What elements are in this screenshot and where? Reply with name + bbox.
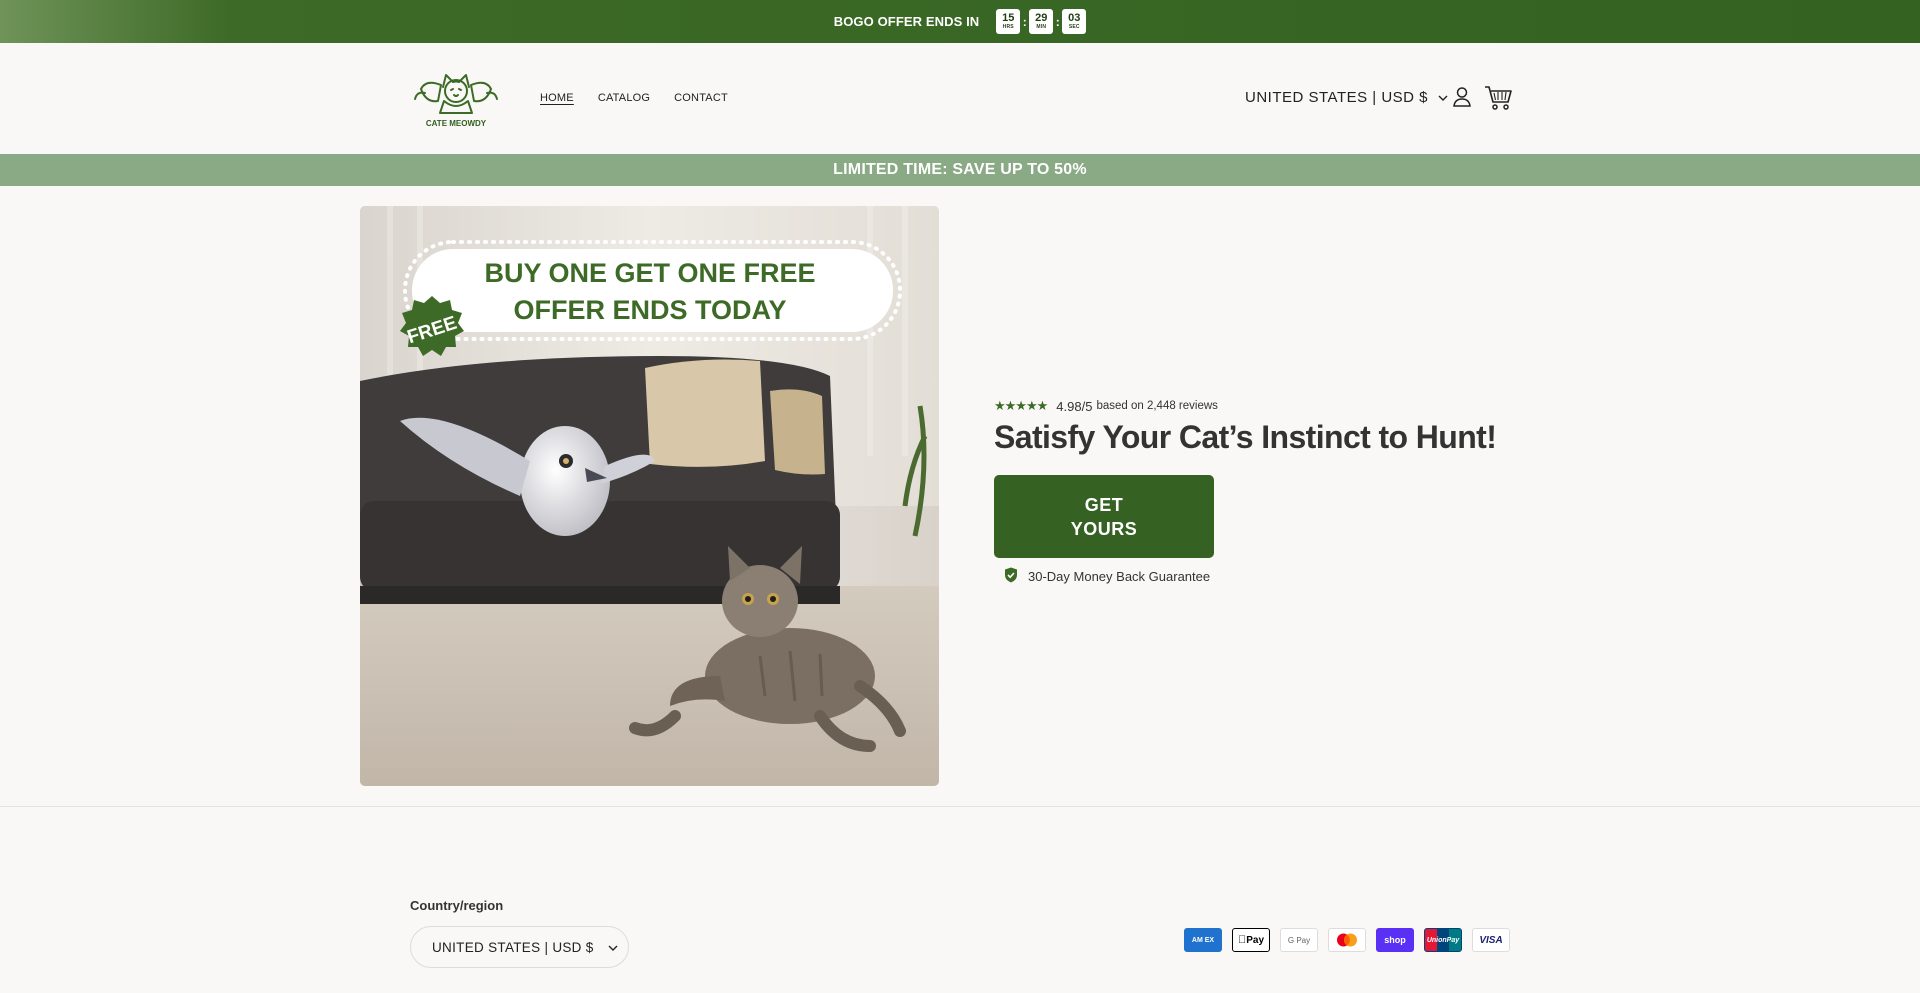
- banner-line-2: OFFER ENDS TODAY: [513, 295, 786, 325]
- chevron-down-icon: [608, 940, 618, 955]
- account-icon[interactable]: [1452, 86, 1472, 108]
- shop-pay-icon: shop: [1376, 928, 1414, 952]
- rating-stars-icon: ★★★★★: [994, 398, 1048, 413]
- timer-seconds: 03 SEC: [1062, 9, 1087, 34]
- countdown-text: BOGO OFFER ENDS IN: [833, 14, 980, 29]
- cart-icon[interactable]: [1483, 84, 1513, 112]
- countdown-bar: BOGO OFFER ENDS IN 15 HRS : 29 MIN : 03 …: [0, 0, 1920, 43]
- nav-catalog[interactable]: CATALOG: [598, 92, 650, 104]
- chevron-down-icon: [1438, 89, 1448, 106]
- timer-hours-label: HRS: [1002, 24, 1014, 30]
- payment-methods: AM EX Pay G Pay shop UnionPay VISA: [1184, 928, 1510, 952]
- locale-label: UNITED STATES | USD $: [1245, 89, 1429, 106]
- country-region-select[interactable]: UNITED STATES | USD $: [410, 926, 629, 968]
- rating-review-count: based on 2,448 reviews: [1096, 400, 1218, 412]
- hero-headline: Satisfy Your Cat’s Instinct to Hunt!: [994, 419, 1497, 455]
- svg-text:CATE MEOWDY: CATE MEOWDY: [426, 119, 487, 128]
- rating-score: 4.98/5: [1056, 398, 1093, 414]
- sale-banner: LIMITED TIME: SAVE UP TO 50%: [0, 154, 1920, 186]
- google-pay-icon: G Pay: [1280, 928, 1318, 952]
- banner-line-1: BUY ONE GET ONE FREE: [484, 258, 815, 288]
- timer-separator: :: [1055, 14, 1060, 29]
- amex-icon: AM EX: [1184, 928, 1222, 952]
- visa-icon: VISA: [1472, 928, 1510, 952]
- timer-seconds-label: SEC: [1068, 24, 1080, 30]
- main-nav: HOME CATALOG CONTACT: [540, 92, 728, 104]
- site-header: CATE MEOWDY HOME CATALOG CONTACT UNITED …: [0, 43, 1920, 154]
- timer-minutes: 29 MIN: [1029, 9, 1054, 34]
- country-region-value: UNITED STATES | USD $: [432, 939, 594, 955]
- section-divider: [0, 806, 1920, 807]
- get-yours-button[interactable]: GET YOURS: [994, 475, 1214, 558]
- shield-check-icon: [1004, 567, 1018, 586]
- timer-minutes-label: MIN: [1036, 24, 1047, 30]
- timer-hours-value: 15: [1002, 12, 1015, 24]
- sale-banner-text: LIMITED TIME: SAVE UP TO 50%: [833, 161, 1087, 178]
- nav-home[interactable]: HOME: [540, 92, 574, 104]
- mastercard-icon: [1328, 928, 1366, 952]
- locale-selector[interactable]: UNITED STATES | USD $: [1245, 89, 1448, 106]
- money-back-guarantee: 30-Day Money Back Guarantee: [1004, 567, 1210, 586]
- timer-hours: 15 HRS: [996, 9, 1021, 34]
- timer-minutes-value: 29: [1035, 12, 1048, 24]
- unionpay-icon: UnionPay: [1424, 928, 1462, 952]
- hero-product-image: BUY ONE GET ONE FREE OFFER ENDS TODAY FR…: [360, 206, 939, 786]
- nav-contact[interactable]: CONTACT: [674, 92, 728, 104]
- countdown-timer: 15 HRS : 29 MIN : 03 SEC: [996, 9, 1087, 34]
- country-region-label: Country/region: [410, 898, 504, 913]
- brand-logo[interactable]: CATE MEOWDY: [411, 69, 501, 129]
- guarantee-text: 30-Day Money Back Guarantee: [1028, 569, 1211, 584]
- apple-pay-icon: Pay: [1232, 928, 1270, 952]
- timer-seconds-value: 03: [1068, 12, 1081, 24]
- product-rating: ★★★★★ 4.98/5 based on 2,448 reviews: [994, 398, 1218, 414]
- timer-separator: :: [1022, 14, 1027, 29]
